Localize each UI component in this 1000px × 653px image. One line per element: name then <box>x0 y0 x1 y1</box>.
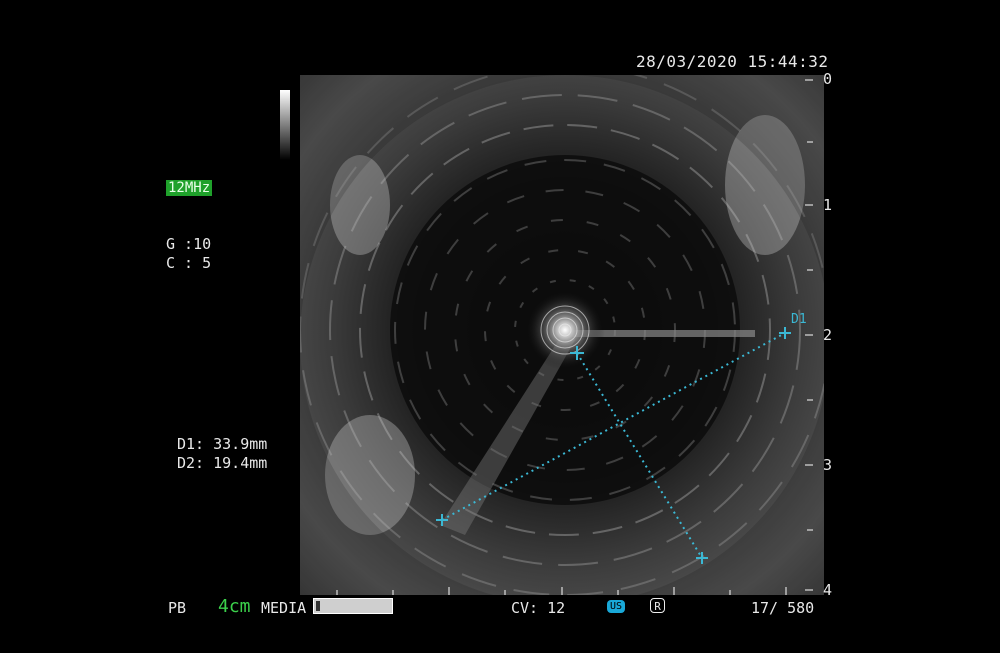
status-bar: PB 4cm MEDIA CV: 12 US R 17/ 580 <box>0 595 1000 625</box>
depth-label-1: 1 <box>823 196 833 214</box>
gain-value: G :10 <box>166 235 212 253</box>
measurements-panel: D1: 33.9mm D2: 19.4mm <box>177 435 267 473</box>
datetime-display: 28/03/2020 15:44:32 <box>636 52 829 71</box>
frame-counter: 17/ 580 <box>751 599 815 617</box>
ultrasound-image-viewer[interactable]: D1 <box>300 75 824 595</box>
us-badge[interactable]: US <box>607 600 626 613</box>
record-icon[interactable]: R <box>650 598 665 613</box>
media-label: MEDIA <box>261 599 307 617</box>
contrast-value: C : 5 <box>166 254 212 272</box>
ultrasound-image: D1 <box>300 75 824 595</box>
measurement-d1: D1: 33.9mm <box>177 435 268 453</box>
media-progress-bar[interactable] <box>313 598 393 614</box>
measurement-d2: D2: 19.4mm <box>177 454 268 472</box>
imaging-parameters: G :10 C : 5 <box>166 235 211 273</box>
depth-scale: 0 1 2 3 4 <box>805 70 845 600</box>
depth-label-2: 2 <box>823 326 833 344</box>
frequency-badge: 12MHz <box>166 180 213 196</box>
cv-value: CV: 12 <box>511 599 566 617</box>
depth-setting[interactable]: 4cm <box>218 596 251 617</box>
grayscale-bar <box>280 90 290 160</box>
depth-label-0: 0 <box>823 70 833 88</box>
mode-label: PB <box>168 599 187 617</box>
depth-label-3: 3 <box>823 456 833 474</box>
